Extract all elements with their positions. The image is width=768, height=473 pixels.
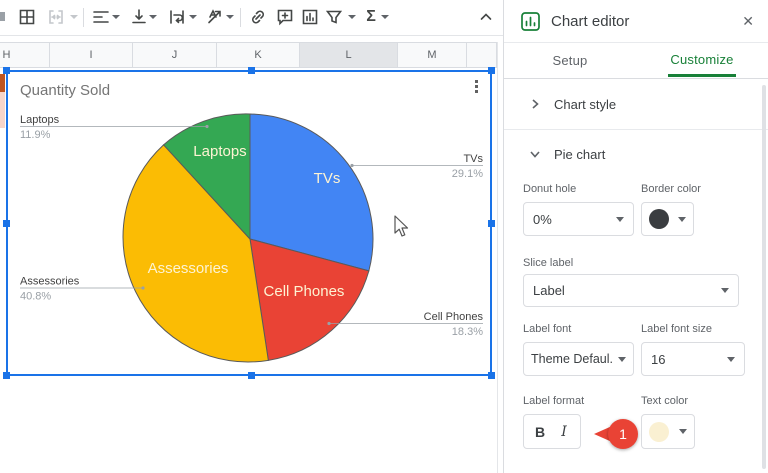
resize-handle-se[interactable] (488, 372, 495, 379)
vertical-align-icon[interactable] (129, 7, 149, 27)
dropdown-caret-icon (678, 217, 686, 222)
label-font-size-label: Label font size (641, 323, 712, 335)
clipped-cell-content (0, 74, 5, 92)
callout-tvs-name: TVs (463, 153, 483, 165)
section-divider (504, 129, 768, 130)
text-rotation-dropdown[interactable] (226, 15, 234, 19)
dropdown-caret-icon (721, 288, 729, 293)
slice-label-cell-phones: Cell Phones (264, 283, 345, 300)
chevron-down-icon (529, 148, 541, 160)
chart-editor-icon (521, 12, 540, 36)
callout-laptops-pct: 11.9% (20, 129, 51, 141)
label-format-box: B I (523, 414, 581, 449)
border-color-label: Border color (641, 183, 701, 195)
close-icon[interactable]: ✕ (742, 13, 754, 30)
resize-handle-w[interactable] (3, 220, 10, 227)
slice-label-select[interactable]: Label (523, 274, 739, 307)
tab-setup[interactable]: Setup (504, 43, 636, 78)
toolbar-separator (83, 8, 84, 27)
dropdown-caret-icon (616, 217, 624, 222)
column-header-i[interactable]: I (50, 43, 133, 67)
section-chart-style[interactable]: Chart style (504, 79, 768, 129)
callout-tvs-pct: 29.1% (452, 168, 483, 180)
bold-button[interactable]: B (528, 424, 552, 440)
column-header-m[interactable]: M (398, 43, 467, 67)
toolbar: Σ (0, 0, 503, 36)
insert-comment-icon[interactable] (275, 7, 295, 27)
text-rotation-icon[interactable] (205, 7, 225, 27)
insert-chart-icon[interactable] (300, 7, 320, 27)
callout-assessories-name: Assessories (20, 276, 80, 288)
pie-chart: TVs Cell Phones Assessories Laptops Lapt… (8, 72, 490, 374)
filter-views-dropdown[interactable] (348, 15, 356, 19)
border-color-select[interactable] (641, 202, 694, 236)
italic-button[interactable]: I (552, 424, 576, 440)
resize-handle-nw[interactable] (3, 67, 10, 74)
horizontal-align-icon[interactable] (91, 7, 111, 27)
panel-header: Chart editor ✕ (504, 0, 768, 43)
collapse-toolbar-icon[interactable] (476, 7, 496, 27)
tab-customize[interactable]: Customize (636, 43, 768, 78)
resize-handle-e[interactable] (488, 220, 495, 227)
chevron-right-icon (529, 98, 541, 110)
clipped-toolbar-icon (0, 12, 5, 21)
slice-label-label: Slice label (523, 257, 573, 269)
column-header-l[interactable]: L (300, 43, 398, 67)
donut-hole-select[interactable]: 0% (523, 202, 634, 236)
label-font-label: Label font (523, 323, 571, 335)
annotation-badge-1: 1 (594, 419, 640, 449)
mouse-cursor-icon (393, 215, 411, 244)
borders-icon[interactable] (17, 7, 37, 27)
callout-cell-phones-pct: 18.3% (452, 326, 483, 338)
dropdown-caret-icon (618, 357, 626, 362)
google-sheets-window: Σ H I J K L M Quantity Sold TVs Cell Pho… (0, 0, 768, 473)
resize-handle-n[interactable] (248, 67, 255, 74)
text-wrapping-dropdown[interactable] (189, 15, 197, 19)
text-color-select[interactable] (641, 414, 695, 449)
toolbar-separator (240, 8, 241, 27)
slice-label-laptops: Laptops (193, 143, 246, 160)
column-header-h[interactable]: H (0, 43, 50, 67)
column-header-partial[interactable] (467, 43, 497, 67)
chart-object[interactable]: Quantity Sold TVs Cell Phones Assessorie… (6, 70, 492, 376)
callout-laptops-name: Laptops (20, 114, 60, 126)
border-color-swatch (649, 209, 669, 229)
chart-editor-panel: Chart editor ✕ Setup Customize Chart sty… (503, 0, 768, 473)
panel-tabs: Setup Customize (504, 43, 768, 79)
slice-label-assessories: Assessories (148, 260, 229, 277)
slice-label-tvs: TVs (314, 170, 341, 187)
section-pie-chart[interactable]: Pie chart (504, 140, 768, 168)
text-wrapping-icon[interactable] (167, 7, 187, 27)
label-font-size-select[interactable]: 16 (641, 342, 745, 376)
callout-assessories-pct: 40.8% (20, 291, 51, 303)
vertical-align-dropdown[interactable] (149, 15, 157, 19)
donut-hole-label: Donut hole (523, 183, 576, 195)
merge-cells-dropdown[interactable] (70, 15, 78, 19)
horizontal-align-dropdown[interactable] (112, 15, 120, 19)
column-header-k[interactable]: K (217, 43, 300, 67)
sheet-gridline (497, 42, 498, 473)
callout-cell-phones-name: Cell Phones (424, 311, 484, 323)
column-header-row: H I J K L M (0, 42, 497, 68)
text-color-label: Text color (641, 395, 688, 407)
insert-link-icon[interactable] (248, 7, 268, 27)
resize-handle-ne[interactable] (488, 67, 495, 74)
resize-handle-s[interactable] (248, 372, 255, 379)
clipped-cell-content (0, 92, 5, 128)
dropdown-caret-icon (679, 429, 687, 434)
create-filter-icon[interactable] (324, 7, 344, 27)
panel-title: Chart editor (551, 13, 629, 30)
merge-cells-icon[interactable] (46, 7, 66, 27)
label-font-select[interactable]: Theme Defaul... (523, 342, 634, 376)
column-header-j[interactable]: J (133, 43, 217, 67)
functions-icon[interactable]: Σ (361, 7, 381, 27)
dropdown-caret-icon (727, 357, 735, 362)
text-color-swatch (649, 422, 669, 442)
panel-scrollbar[interactable] (762, 85, 766, 469)
resize-handle-sw[interactable] (3, 372, 10, 379)
label-format-label: Label format (523, 395, 584, 407)
functions-dropdown[interactable] (381, 15, 389, 19)
